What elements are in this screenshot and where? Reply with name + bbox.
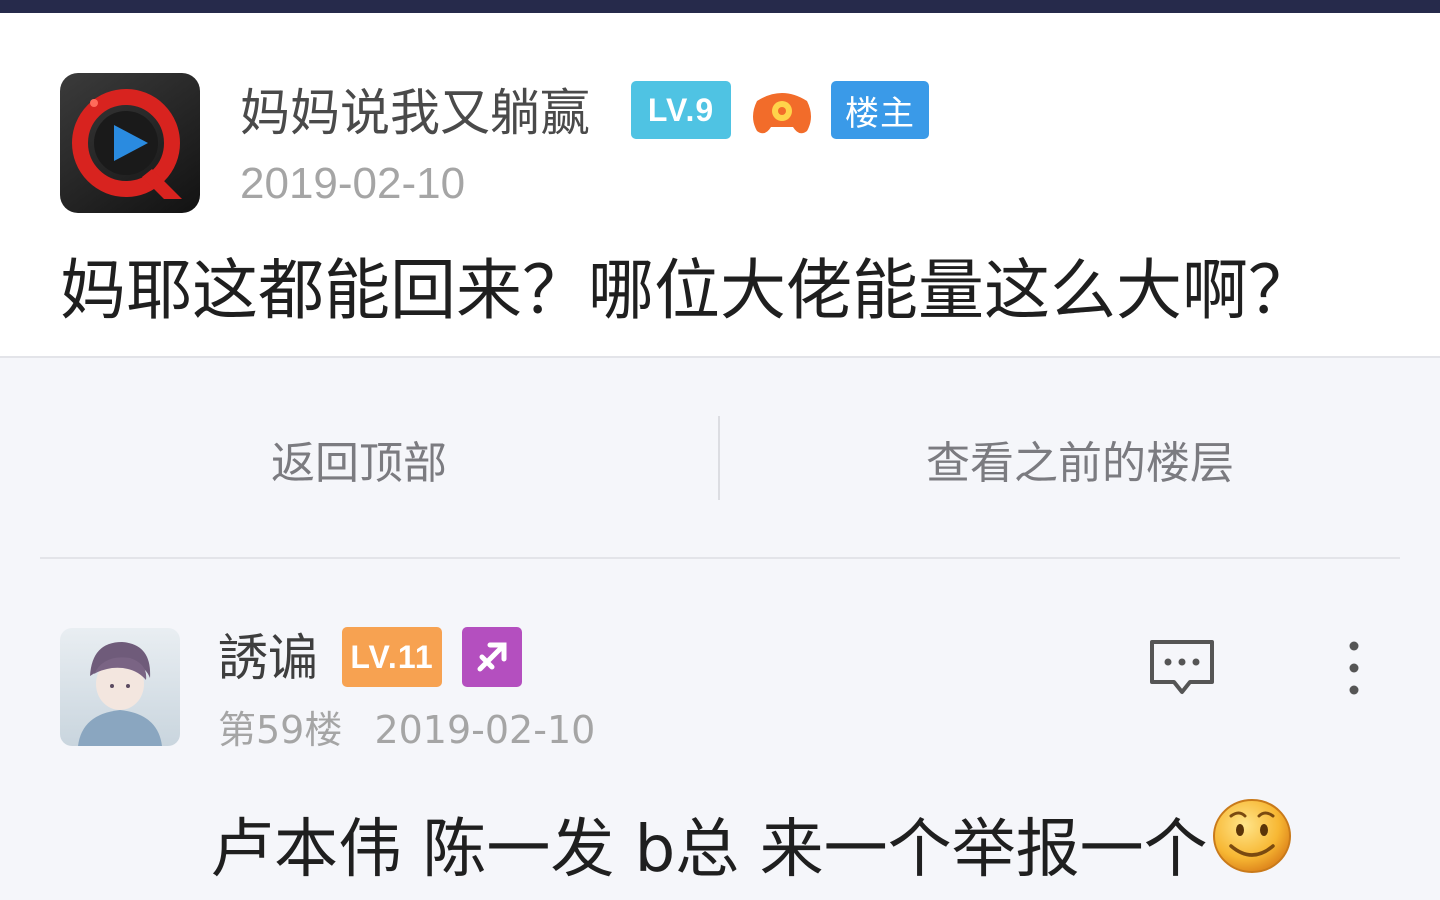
level-badge: LV.11 bbox=[342, 627, 442, 687]
author-name[interactable]: 妈妈说我又躺赢 bbox=[240, 83, 590, 143]
video-app-icon[interactable] bbox=[60, 73, 200, 213]
view-previous-floors-button[interactable]: 查看之前的楼层 bbox=[720, 418, 1440, 500]
owner-badge: 楼主 bbox=[831, 81, 929, 139]
smile-emoji-icon bbox=[1213, 799, 1291, 873]
back-to-top-button[interactable]: 返回顶部 bbox=[0, 418, 718, 500]
reply-item: 誘谝 LV.11 第59楼 2019-02-10 卢本伟 陈一发 b总 来一个举… bbox=[0, 560, 1440, 887]
comment-icon[interactable] bbox=[1148, 638, 1216, 698]
action-bar: 返回顶部 查看之前的楼层 bbox=[0, 358, 1440, 558]
avatar[interactable] bbox=[60, 628, 180, 746]
reply-meta: 第59楼 2019-02-10 bbox=[218, 706, 615, 754]
divider bbox=[40, 557, 1400, 559]
more-vertical-icon[interactable] bbox=[1338, 638, 1370, 698]
reply-content: 卢本伟 陈一发 b总 来一个举报一个 bbox=[210, 813, 1208, 887]
status-bar bbox=[0, 0, 1440, 13]
sagittarius-icon bbox=[462, 627, 522, 687]
main-post: 妈妈说我又躺赢 LV.9 楼主 2019-02-10 妈耶这都能回来？哪位大佬能… bbox=[0, 13, 1440, 358]
reply-date: 2019-02-10 bbox=[374, 708, 596, 752]
author-name[interactable]: 誘谝 bbox=[218, 628, 318, 688]
post-date: 2019-02-10 bbox=[240, 159, 466, 208]
post-content: 妈耶这都能回来？哪位大佬能量这么大啊？ bbox=[60, 252, 1314, 329]
level-badge: LV.9 bbox=[631, 81, 731, 139]
floor-number: 第59楼 bbox=[218, 708, 343, 752]
gamepad-icon bbox=[753, 93, 811, 134]
